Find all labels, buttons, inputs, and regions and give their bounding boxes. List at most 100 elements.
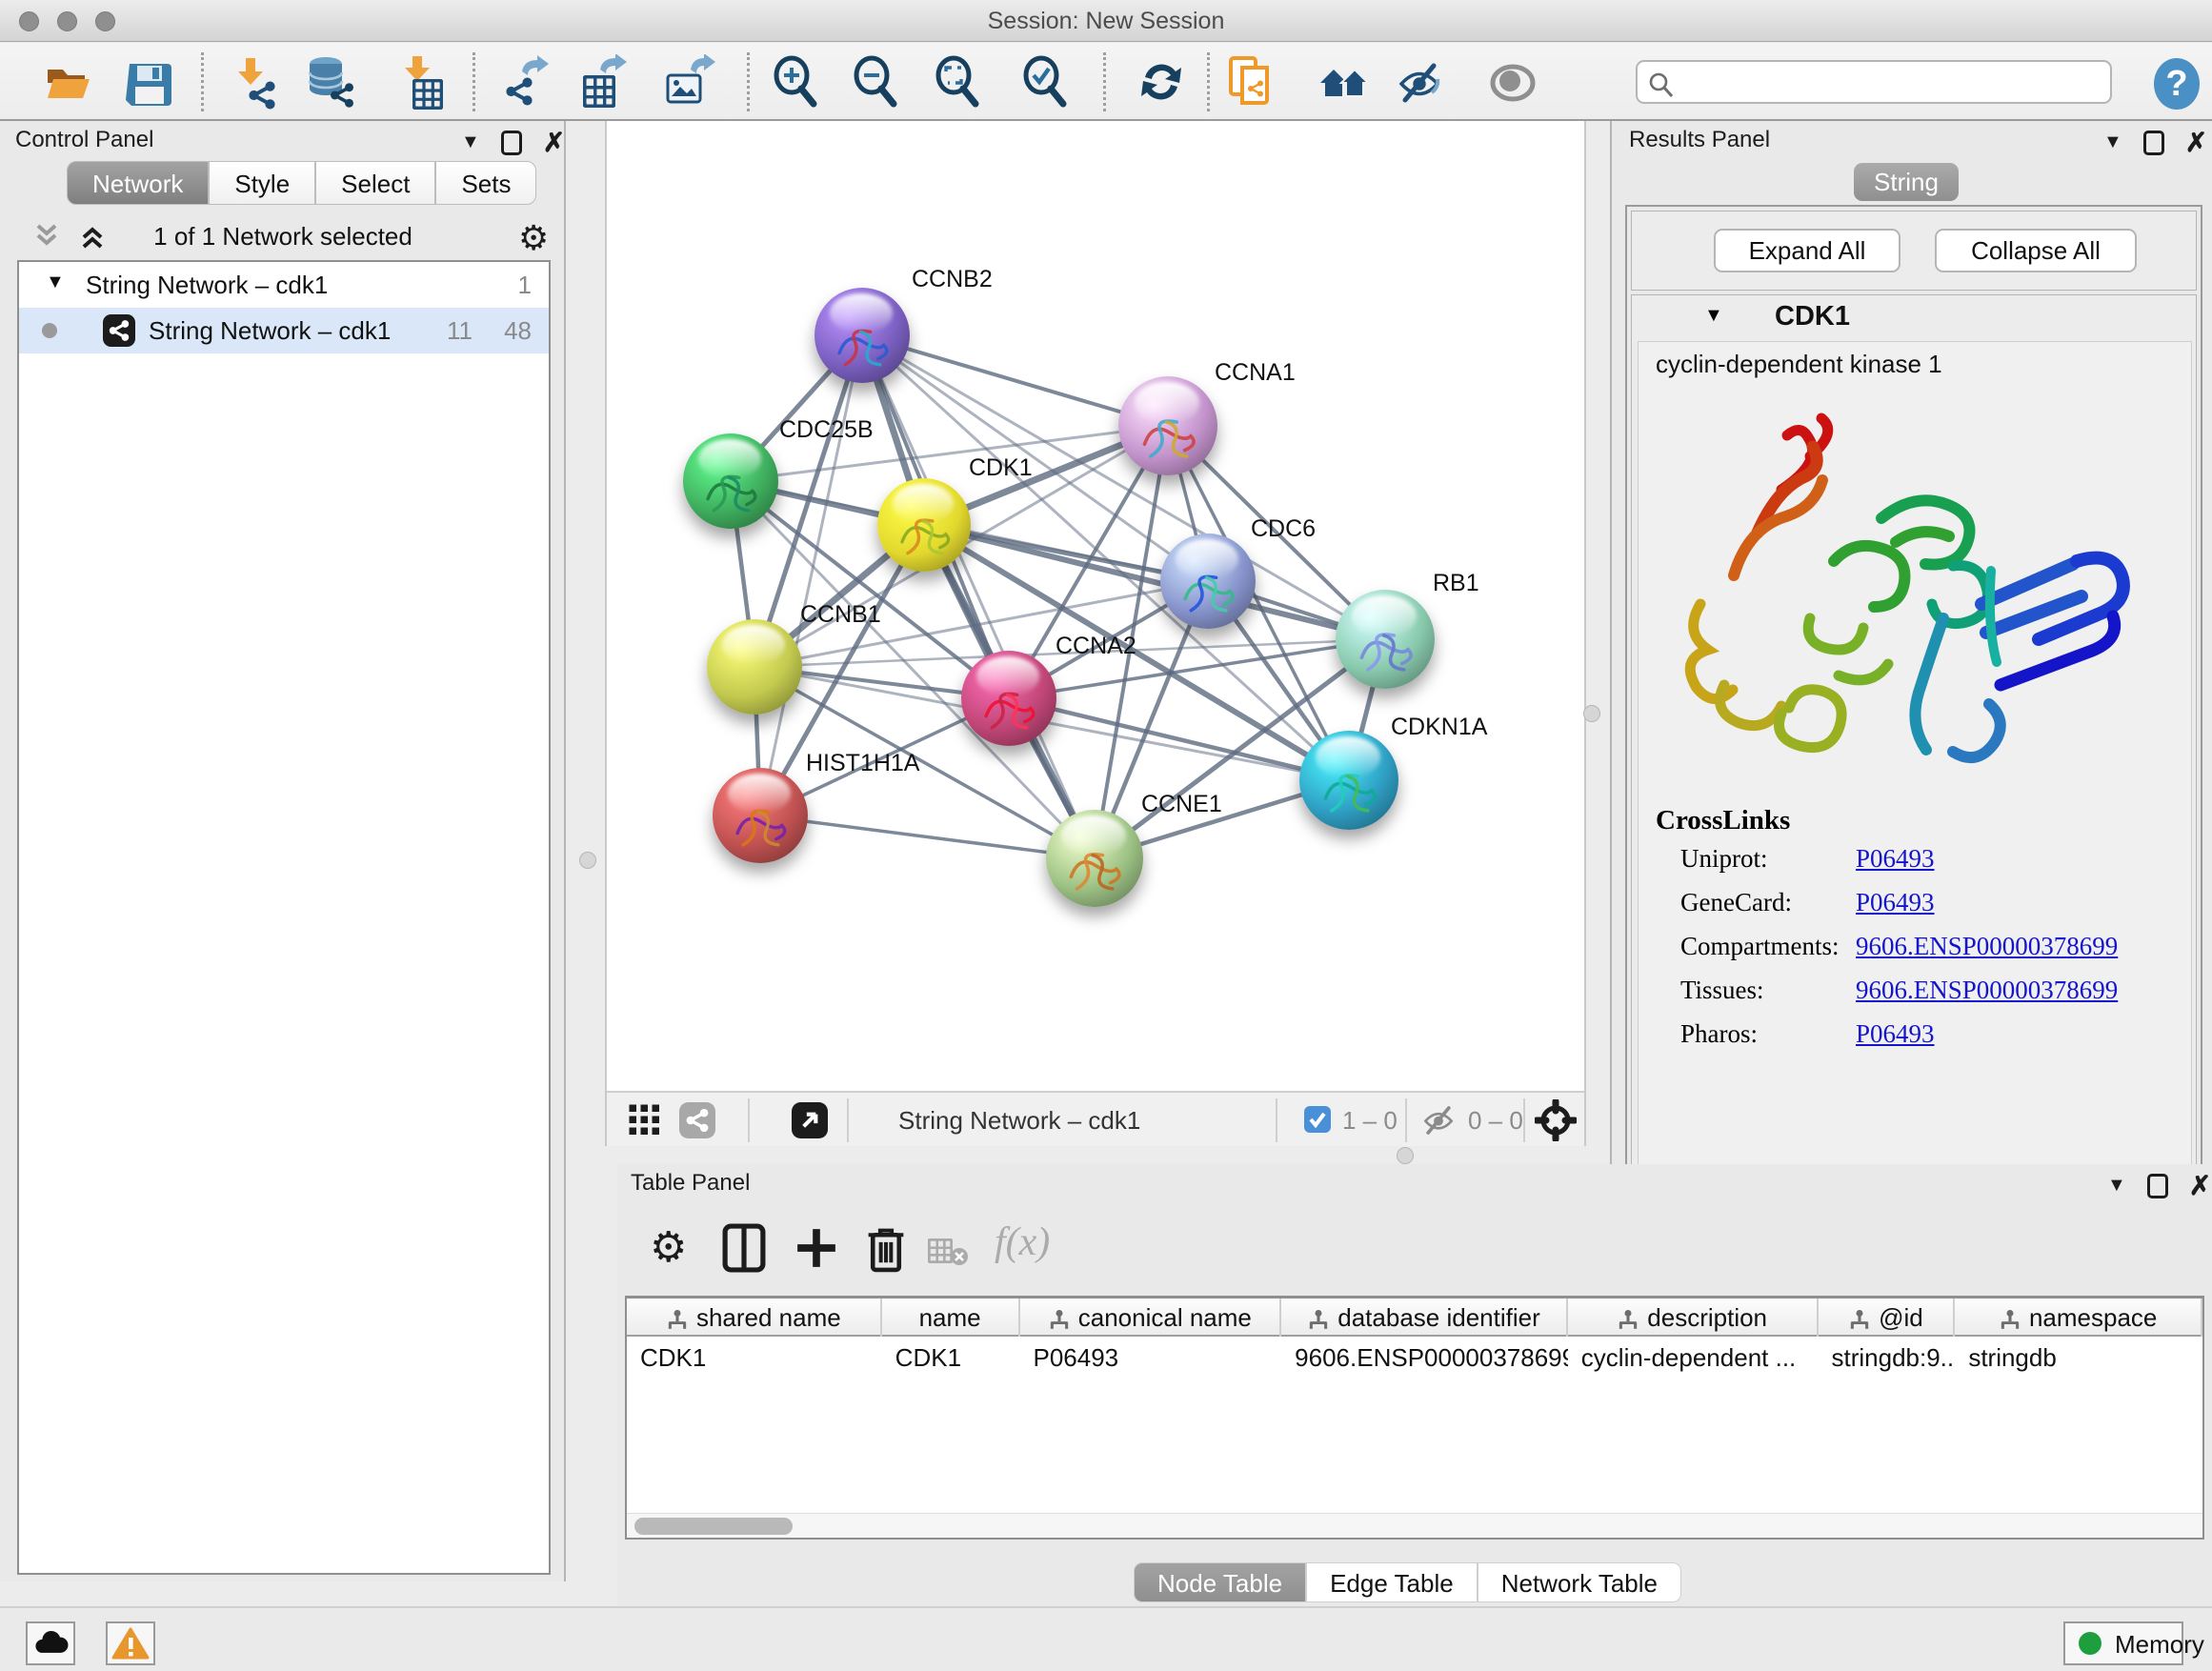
table-cell[interactable]: cyclin-dependent ... (1568, 1339, 1819, 1377)
import-network-file-icon[interactable] (225, 54, 280, 110)
network-options-gear-icon[interactable]: ⚙ (518, 218, 549, 258)
collapse-all-button[interactable]: Collapse All (1935, 229, 2137, 272)
column-header--id[interactable]: @id (1819, 1299, 1956, 1337)
graph-node-ccna1[interactable] (1118, 376, 1217, 475)
zoom-fit-icon[interactable] (930, 54, 985, 110)
table-horizontal-scrollbar[interactable] (627, 1513, 2202, 1538)
graph-node-cdkn1a[interactable] (1299, 731, 1398, 830)
houses-icon[interactable] (1317, 54, 1372, 110)
column-header-database-identifier[interactable]: database identifier (1281, 1299, 1568, 1337)
table-cell[interactable]: stringdb:9... (1818, 1339, 1955, 1377)
zoom-selected-icon[interactable] (1017, 54, 1073, 110)
copy-network-icon[interactable] (1223, 54, 1278, 110)
refresh-icon[interactable] (1134, 54, 1189, 110)
column-type-icon (1307, 1308, 1330, 1331)
import-network-database-icon[interactable] (303, 54, 358, 110)
network-collection-row[interactable]: ▼ String Network – cdk1 1 (19, 262, 549, 308)
column-header-description[interactable]: description (1568, 1299, 1819, 1337)
column-header-canonical-name[interactable]: canonical name (1020, 1299, 1282, 1337)
graph-node-cdk1[interactable] (877, 478, 971, 572)
graph-node-ccnb2[interactable] (814, 288, 910, 383)
tab-network-table[interactable]: Network Table (1478, 1562, 1681, 1602)
help-icon[interactable]: ? (2149, 56, 2204, 111)
table-options-gear-icon[interactable]: ⚙ (650, 1223, 687, 1272)
crosslink-link[interactable]: 9606.ENSP00000378699 (1856, 932, 2118, 961)
table-panel: Table Panel ▼ ✗ ⚙ f(x) (617, 1164, 2212, 1606)
search-input[interactable] (1636, 60, 2112, 104)
graph-node-hist1h1a[interactable] (713, 768, 808, 863)
hide-eye-slash-icon[interactable] (1392, 54, 1447, 110)
table-cell[interactable]: stringdb (1955, 1339, 2202, 1377)
export-image-icon[interactable] (662, 54, 717, 110)
delete-column-icon[interactable] (865, 1223, 907, 1273)
panel-collapse-icon[interactable]: ▼ (2103, 131, 2122, 153)
graph-node-ccnb1[interactable] (707, 619, 802, 715)
tab-style[interactable]: Style (209, 161, 315, 205)
zoom-out-icon[interactable] (848, 54, 903, 110)
grid-view-icon[interactable] (628, 1103, 662, 1137)
add-column-icon[interactable] (794, 1223, 838, 1273)
crosslink-link[interactable]: P06493 (1856, 1019, 1935, 1049)
tab-select[interactable]: Select (315, 161, 435, 205)
collection-expand-icon[interactable]: ▼ (46, 272, 65, 293)
control-panel-title: Control Panel (15, 127, 153, 163)
graph-node-ccna2[interactable] (961, 651, 1056, 746)
table-row[interactable]: CDK1CDK1P064939606.ENSP00000378699cyclin… (627, 1339, 2202, 1377)
right-splitter-handle[interactable] (1583, 705, 1600, 722)
column-header-shared-name[interactable]: shared name (627, 1299, 882, 1337)
center-view-crosshair-icon[interactable] (1535, 1099, 1577, 1141)
tab-edge-table[interactable]: Edge Table (1306, 1562, 1478, 1602)
network-share-icon[interactable] (679, 1102, 715, 1138)
tab-network[interactable]: Network (67, 161, 209, 205)
scrollbar-thumb[interactable] (634, 1518, 793, 1535)
expand-all-button[interactable]: Expand All (1714, 229, 1900, 272)
tab-node-table[interactable]: Node Table (1134, 1562, 1306, 1602)
column-header-name[interactable]: name (882, 1299, 1020, 1337)
graph-node-ccne1[interactable] (1046, 810, 1143, 907)
panel-collapse-icon[interactable]: ▼ (2107, 1175, 2126, 1197)
table-cell[interactable]: 9606.ENSP00000378699 (1281, 1339, 1568, 1377)
warnings-button[interactable] (106, 1621, 155, 1665)
network-row[interactable]: String Network – cdk1 11 48 (19, 308, 549, 353)
network-edge[interactable] (760, 335, 862, 815)
network-edge[interactable] (862, 335, 1095, 858)
panel-close-icon[interactable]: ✗ (543, 127, 565, 158)
panel-float-icon[interactable] (2143, 131, 2164, 155)
cloud-status-button[interactable] (26, 1621, 75, 1665)
graph-node-cdc25b[interactable] (683, 433, 778, 529)
memory-button[interactable]: Memory (2063, 1621, 2183, 1665)
bottom-splitter-handle[interactable] (1397, 1147, 1414, 1164)
tab-string[interactable]: String (1854, 163, 1959, 201)
column-header-namespace[interactable]: namespace (1955, 1299, 2202, 1337)
crosslink-link[interactable]: P06493 (1856, 844, 1935, 874)
graph-node-cdc6[interactable] (1160, 534, 1256, 629)
export-network-icon[interactable] (497, 54, 553, 110)
gene-collapse-icon[interactable]: ▼ (1704, 305, 1723, 327)
panel-float-icon[interactable] (501, 131, 522, 155)
crosslink-link[interactable]: P06493 (1856, 888, 1935, 917)
footer-network-name: String Network – cdk1 (898, 1106, 1140, 1136)
export-table-icon[interactable] (575, 54, 631, 110)
table-cell[interactable]: CDK1 (627, 1339, 882, 1377)
panel-float-icon[interactable] (2147, 1174, 2168, 1198)
show-eye-icon[interactable] (1486, 54, 1541, 110)
network-view[interactable]: CCNB2CCNA1CDC25BCDK1CDC6RB1CCNB1CCNA2CDK… (605, 121, 1586, 1146)
birdseye-view-icon[interactable] (792, 1102, 828, 1138)
network-graph[interactable]: CCNB2CCNA1CDC25BCDK1CDC6RB1CCNB1CCNA2CDK… (607, 121, 1586, 1090)
left-splitter-handle[interactable] (579, 852, 596, 869)
crosslink-link[interactable]: 9606.ENSP00000378699 (1856, 976, 2118, 1005)
table-cell[interactable]: CDK1 (882, 1339, 1020, 1377)
open-session-icon[interactable] (40, 54, 95, 110)
graph-node-rb1[interactable] (1336, 590, 1435, 689)
table-cell[interactable]: P06493 (1020, 1339, 1282, 1377)
panel-close-icon[interactable]: ✗ (2189, 1170, 2211, 1201)
import-table-icon[interactable] (392, 54, 447, 110)
selected-nodes-checkbox[interactable] (1304, 1106, 1331, 1133)
panel-collapse-icon[interactable]: ▼ (461, 131, 480, 153)
save-session-icon[interactable] (122, 54, 177, 110)
panel-close-icon[interactable]: ✗ (2185, 127, 2207, 158)
show-columns-icon[interactable] (722, 1223, 766, 1273)
zoom-in-icon[interactable] (768, 54, 823, 110)
tab-sets[interactable]: Sets (435, 161, 536, 205)
network-edge[interactable] (760, 815, 1095, 858)
